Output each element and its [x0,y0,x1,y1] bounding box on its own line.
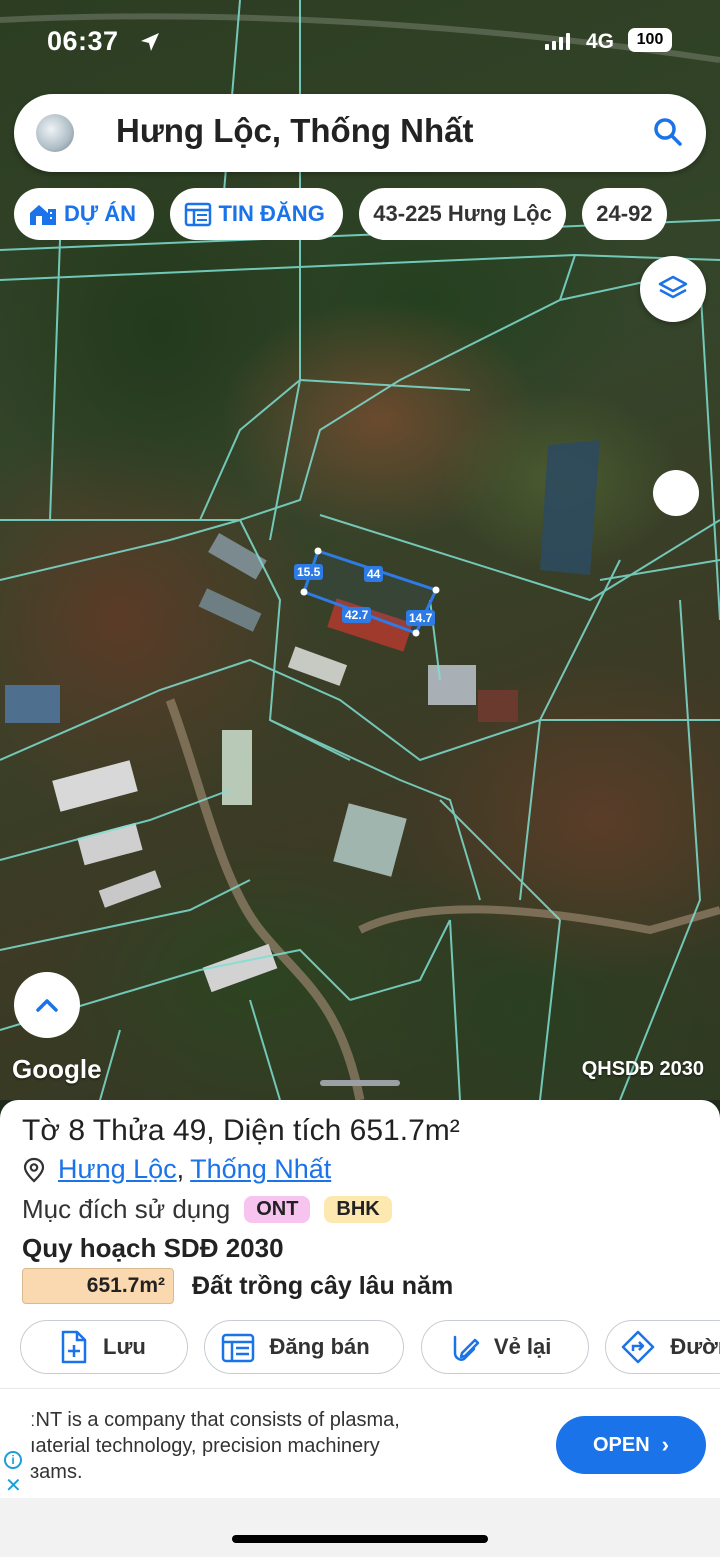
land-use-purpose: Mục đích sử dụng ONT BHK [22,1194,392,1225]
ward-link[interactable]: Hưng Lộc [58,1154,177,1185]
district-link[interactable]: Thống Nhất [190,1154,331,1185]
post-for-sale-button[interactable]: Đăng bán [204,1320,405,1374]
chip-projects-label: DỰ ÁN [64,201,137,226]
directions-button[interactable]: Đườn [605,1320,720,1374]
measure-label-north: 44 [364,566,384,582]
action-buttons: Lưu Đăng bán Vẻ lại Đườ [20,1320,720,1374]
measure-label-east: 14.7 [406,610,436,626]
save-button-label: Lưu [103,1334,146,1359]
house-icon [30,205,56,225]
expand-up-button[interactable] [14,972,80,1038]
location-arrow-icon [141,33,159,51]
map-side-handle[interactable] [653,470,699,516]
directions-icon [622,1330,655,1364]
chip-parcel-code-label: 43-225 Hưng Lộc [373,201,552,226]
layers-icon [658,275,688,299]
ad-line: ːNT is a company that consists of plasma… [30,1409,400,1431]
calendar-icon [222,1333,255,1363]
add-file-icon [61,1330,87,1364]
measure-label-west: 15.5 [294,564,324,580]
purpose-badge-bhk[interactable]: BHK [324,1196,392,1223]
plan-area-value: 651.7m² [22,1268,174,1304]
battery-icon: 100 [628,28,672,52]
ad-info-icon[interactable]: i [4,1451,22,1469]
search-icon[interactable] [652,116,684,148]
location-separator: , [176,1154,185,1184]
ad-close-icon[interactable]: ✕ [5,1473,22,1498]
filter-chips: DỰ ÁN TIN ĐĂNG 43-225 Hưng Lộc 24-92 [14,188,720,240]
redraw-label: Vẻ lại [493,1334,552,1359]
chevron-right-icon: › [661,1432,669,1457]
ad-text: ːNT is a company that consists of plasma… [30,1407,510,1485]
plan-area-row: 651.7m² Đất trồng cây lâu năm [22,1268,453,1304]
layers-button[interactable] [640,256,706,322]
parcel-location: Hưng Lộc , Thống Nhất [22,1154,331,1185]
ad-open-label: OPEN [592,1433,650,1456]
ad-open-button[interactable]: OPEN › [556,1416,706,1474]
chevron-up-icon [36,999,58,1012]
bottom-safe-area [0,1498,720,1557]
parcel-info-sheet: Tờ 8 Thửa 49, Diện tích 651.7m² Hưng Lộc… [0,1100,720,1557]
home-indicator[interactable] [232,1535,488,1543]
satellite-map[interactable]: 15.5 44 42.7 14.7 06:37 4G 100 Hưng Lộc,… [0,0,720,1100]
sheet-drag-handle[interactable] [320,1080,400,1086]
listing-icon [185,202,212,227]
parcel-title: Tờ 8 Thửa 49, Diện tích 651.7m² [22,1114,460,1147]
clock: 06:37 [47,26,119,56]
purpose-label: Mục đích sử dụng [22,1194,231,1224]
plan-layer-label: QHSDĐ 2030 [581,1058,704,1080]
signal-icon [545,32,570,50]
avatar[interactable] [36,114,74,152]
post-for-sale-label: Đăng bán [269,1334,370,1359]
plan-land-type: Đất trồng cây lâu năm [192,1271,454,1300]
chip-listings-label: TIN ĐĂNG [218,201,325,226]
chip-parcel-code-2[interactable]: 24-92 [582,188,667,240]
directions-label: Đườn [670,1334,720,1359]
save-button[interactable]: Lưu [20,1320,188,1374]
ad-banner[interactable]: ːNT is a company that consists of plasma… [0,1388,720,1498]
chip-listings[interactable]: TIN ĐĂNG [170,188,343,240]
map-attribution: Google [12,1054,102,1084]
chip-parcel-code[interactable]: 43-225 Hưng Lộc [359,188,566,240]
search-location-title[interactable]: Hưng Lộc, Thống Nhất [116,112,474,150]
ad-line: ɜams. [30,1461,83,1483]
pencil-icon [453,1335,480,1361]
purpose-badge-ont[interactable]: ONT [244,1196,311,1223]
plan-title: Quy hoạch SDĐ 2030 [22,1233,284,1263]
chip-parcel-code-2-label: 24-92 [596,201,653,226]
measure-label-south: 42.7 [342,607,372,623]
chip-projects[interactable]: DỰ ÁN [14,188,155,240]
map-pin-icon [23,1157,45,1182]
ad-line: ıaterial technology, precision machinery [30,1435,380,1457]
network-type: 4G [586,30,615,53]
status-bar: 06:37 4G 100 [0,22,720,62]
redraw-button[interactable]: Vẻ lại [420,1320,589,1374]
search-bar[interactable]: Hưng Lộc, Thống Nhất [14,94,706,172]
